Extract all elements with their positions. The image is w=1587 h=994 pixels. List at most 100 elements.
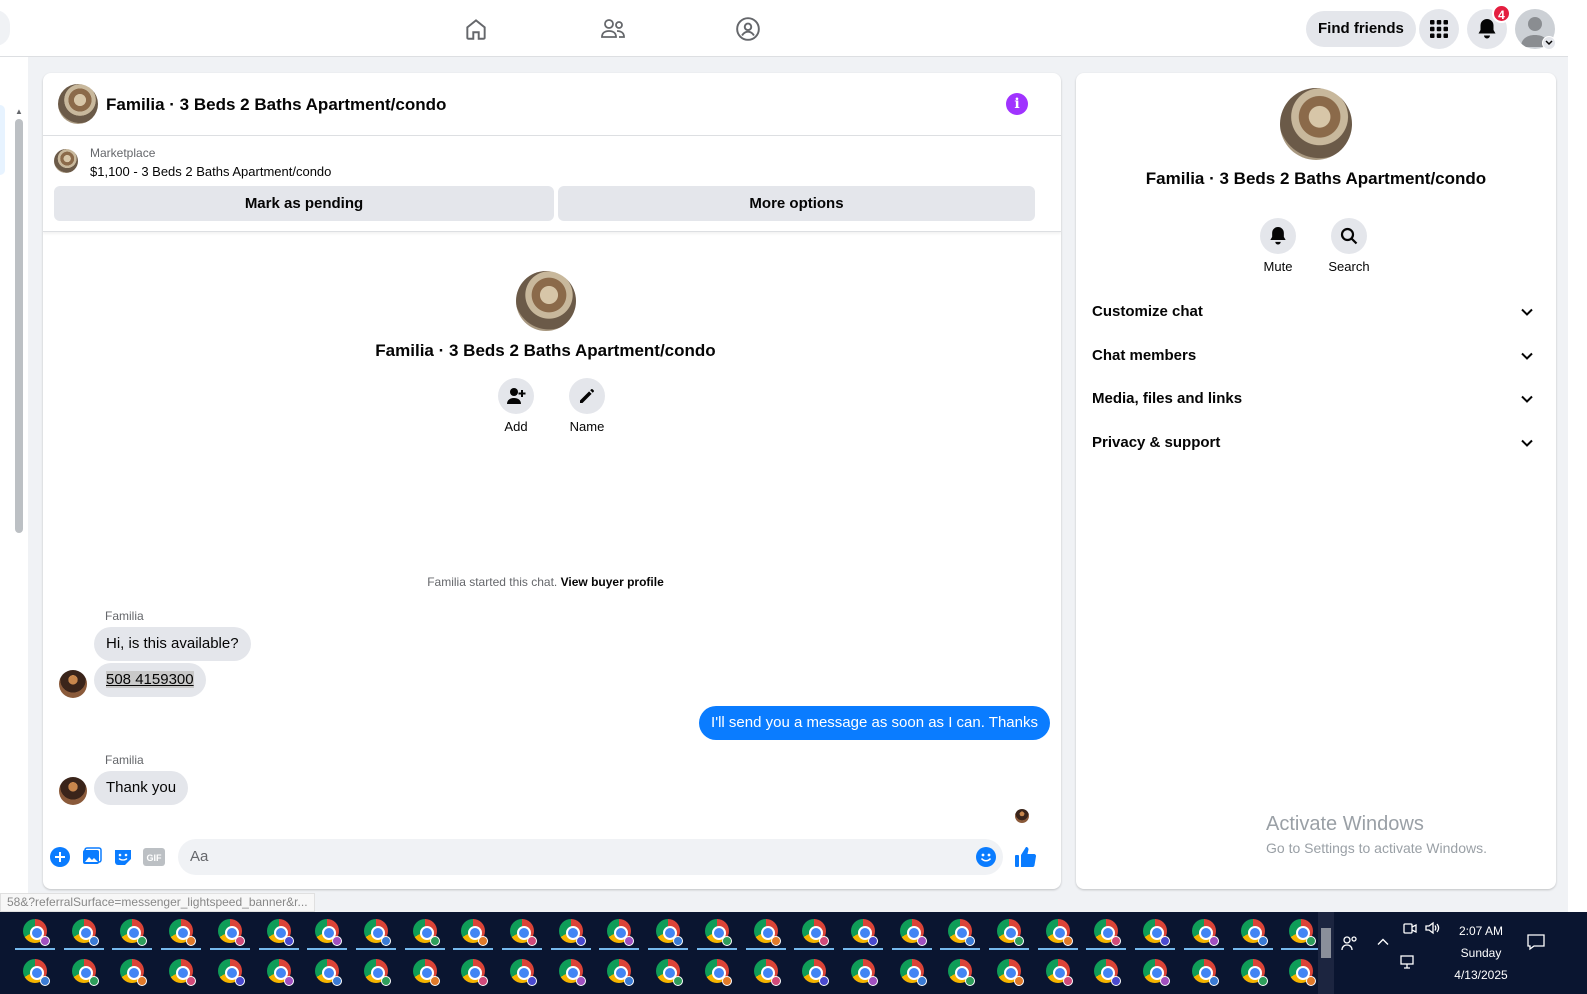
privacy-support-row[interactable]: Privacy & support xyxy=(1092,423,1540,463)
sender-avatar[interactable] xyxy=(59,670,87,698)
gif-icon[interactable]: GIF xyxy=(143,846,165,868)
message-bubble[interactable]: Thank you xyxy=(94,771,189,805)
edit-name-button[interactable]: Name xyxy=(562,378,612,434)
page-scrollbar[interactable] xyxy=(1568,0,1587,912)
friends-icon[interactable] xyxy=(595,12,631,46)
chrome-taskbar-icon[interactable] xyxy=(1230,912,1276,950)
chrome-taskbar-icon[interactable] xyxy=(743,912,789,950)
emoji-icon[interactable] xyxy=(975,846,997,868)
network-icon[interactable] xyxy=(1398,954,1416,975)
taskbar-scroll-thumb[interactable] xyxy=(1321,928,1331,958)
chrome-taskbar-icon[interactable] xyxy=(499,912,545,950)
chrome-taskbar-icon[interactable] xyxy=(694,912,740,950)
chrome-taskbar-icon[interactable] xyxy=(402,952,448,990)
chrome-taskbar-icon[interactable] xyxy=(840,912,886,950)
chrome-taskbar-icon[interactable] xyxy=(1181,912,1227,950)
mute-button[interactable]: Mute xyxy=(1248,218,1308,274)
chrome-taskbar-icon[interactable] xyxy=(304,912,350,950)
chrome-taskbar-icon[interactable] xyxy=(791,912,837,950)
chrome-taskbar-icon[interactable] xyxy=(207,952,253,990)
chat-title[interactable]: Familia · 3 Beds 2 Baths Apartment/condo xyxy=(106,95,446,115)
sticker-icon[interactable] xyxy=(112,846,134,868)
photo-icon[interactable] xyxy=(81,846,103,868)
chrome-taskbar-icon[interactable] xyxy=(1132,952,1178,990)
people-icon[interactable] xyxy=(1341,934,1359,957)
chrome-taskbar-icon[interactable] xyxy=(109,952,155,990)
chrome-taskbar-icon[interactable] xyxy=(791,952,837,990)
search-stub[interactable] xyxy=(0,10,10,46)
message-bubble[interactable]: 508 4159300 xyxy=(94,663,206,697)
chat-members-row[interactable]: Chat members xyxy=(1092,336,1540,376)
info-icon[interactable]: i xyxy=(1006,93,1028,115)
active-chat-indicator[interactable] xyxy=(0,105,5,175)
action-center-icon[interactable] xyxy=(1526,932,1546,957)
selected-phone-number[interactable]: 508 4159300 xyxy=(106,671,194,688)
chrome-taskbar-icon[interactable] xyxy=(596,952,642,990)
chrome-taskbar-icon[interactable] xyxy=(158,912,204,950)
chrome-taskbar-icon[interactable] xyxy=(743,952,789,990)
chrome-taskbar-icon[interactable] xyxy=(304,952,350,990)
taskbar-clock[interactable]: 2:07 AM Sunday 4/13/2025 xyxy=(1436,920,1526,986)
groups-icon[interactable] xyxy=(730,12,766,46)
chrome-taskbar-icon[interactable] xyxy=(548,952,594,990)
chrome-taskbar-icon[interactable] xyxy=(12,912,58,950)
home-icon[interactable] xyxy=(458,12,494,46)
chrome-taskbar-icon[interactable] xyxy=(889,952,935,990)
chrome-taskbar-icon[interactable] xyxy=(450,952,496,990)
chrome-taskbar-icon[interactable] xyxy=(1083,912,1129,950)
chrome-taskbar-icon[interactable] xyxy=(450,912,496,950)
mark-as-pending-button[interactable]: Mark as pending xyxy=(54,186,554,221)
info-avatar[interactable] xyxy=(1280,88,1352,160)
chrome-taskbar-icon[interactable] xyxy=(61,912,107,950)
chrome-taskbar-icon[interactable] xyxy=(61,952,107,990)
chat-list-scrollbar[interactable] xyxy=(15,119,23,533)
search-button[interactable]: Search xyxy=(1319,218,1379,274)
message-bubble[interactable]: Hi, is this available? xyxy=(94,627,251,661)
chrome-taskbar-icon[interactable] xyxy=(937,952,983,990)
chrome-taskbar-icon[interactable] xyxy=(596,912,642,950)
chrome-taskbar-icon[interactable] xyxy=(986,952,1032,990)
chrome-taskbar-icon[interactable] xyxy=(645,952,691,990)
sender-avatar[interactable] xyxy=(59,777,87,805)
chrome-taskbar-icon[interactable] xyxy=(207,912,253,950)
chat-avatar[interactable] xyxy=(58,84,98,124)
chrome-taskbar-icon[interactable] xyxy=(937,912,983,950)
add-person-button[interactable]: Add xyxy=(491,378,541,434)
view-buyer-profile-link[interactable]: View buyer profile xyxy=(561,575,664,589)
chrome-taskbar-icon[interactable] xyxy=(256,952,302,990)
chrome-taskbar-icon[interactable] xyxy=(548,912,594,950)
listing-thumbnail[interactable] xyxy=(54,149,78,173)
message-input[interactable]: Aa xyxy=(178,839,1003,875)
chrome-taskbar-icon[interactable] xyxy=(158,952,204,990)
chrome-taskbar-icon[interactable] xyxy=(353,952,399,990)
taskbar-scrollbar[interactable] xyxy=(1318,912,1334,994)
chevron-up-icon[interactable] xyxy=(1376,935,1390,954)
more-options-button[interactable]: More options xyxy=(558,186,1035,221)
thumbs-up-icon[interactable] xyxy=(1014,846,1036,868)
chrome-taskbar-icon[interactable] xyxy=(1132,912,1178,950)
customize-chat-row[interactable]: Customize chat xyxy=(1092,292,1540,332)
scroll-up-arrow-icon[interactable]: ▲ xyxy=(15,107,23,116)
plus-icon[interactable] xyxy=(49,846,71,868)
chrome-taskbar-icon[interactable] xyxy=(12,952,58,990)
chrome-taskbar-icon[interactable] xyxy=(109,912,155,950)
meet-now-icon[interactable] xyxy=(1402,920,1418,941)
listing-price[interactable]: $1,100 - 3 Beds 2 Baths Apartment/condo xyxy=(90,164,331,179)
chrome-taskbar-icon[interactable] xyxy=(256,912,302,950)
my-message-bubble[interactable]: I'll send you a message as soon as I can… xyxy=(699,706,1050,740)
chrome-taskbar-icon[interactable] xyxy=(499,952,545,990)
chrome-taskbar-icon[interactable] xyxy=(1035,952,1081,990)
chrome-taskbar-icon[interactable] xyxy=(986,912,1032,950)
chrome-taskbar-icon[interactable] xyxy=(1035,912,1081,950)
chrome-taskbar-icon[interactable] xyxy=(1230,952,1276,990)
menu-grid-icon[interactable] xyxy=(1419,9,1459,49)
chrome-taskbar-icon[interactable] xyxy=(889,912,935,950)
chrome-taskbar-icon[interactable] xyxy=(645,912,691,950)
chrome-taskbar-icon[interactable] xyxy=(840,952,886,990)
chrome-taskbar-icon[interactable] xyxy=(694,952,740,990)
notifications-bell-icon[interactable]: 4 xyxy=(1467,4,1511,49)
find-friends-button[interactable]: Find friends xyxy=(1306,11,1416,47)
chrome-taskbar-icon[interactable] xyxy=(353,912,399,950)
chrome-taskbar-icon[interactable] xyxy=(1181,952,1227,990)
media-files-links-row[interactable]: Media, files and links xyxy=(1092,379,1540,419)
